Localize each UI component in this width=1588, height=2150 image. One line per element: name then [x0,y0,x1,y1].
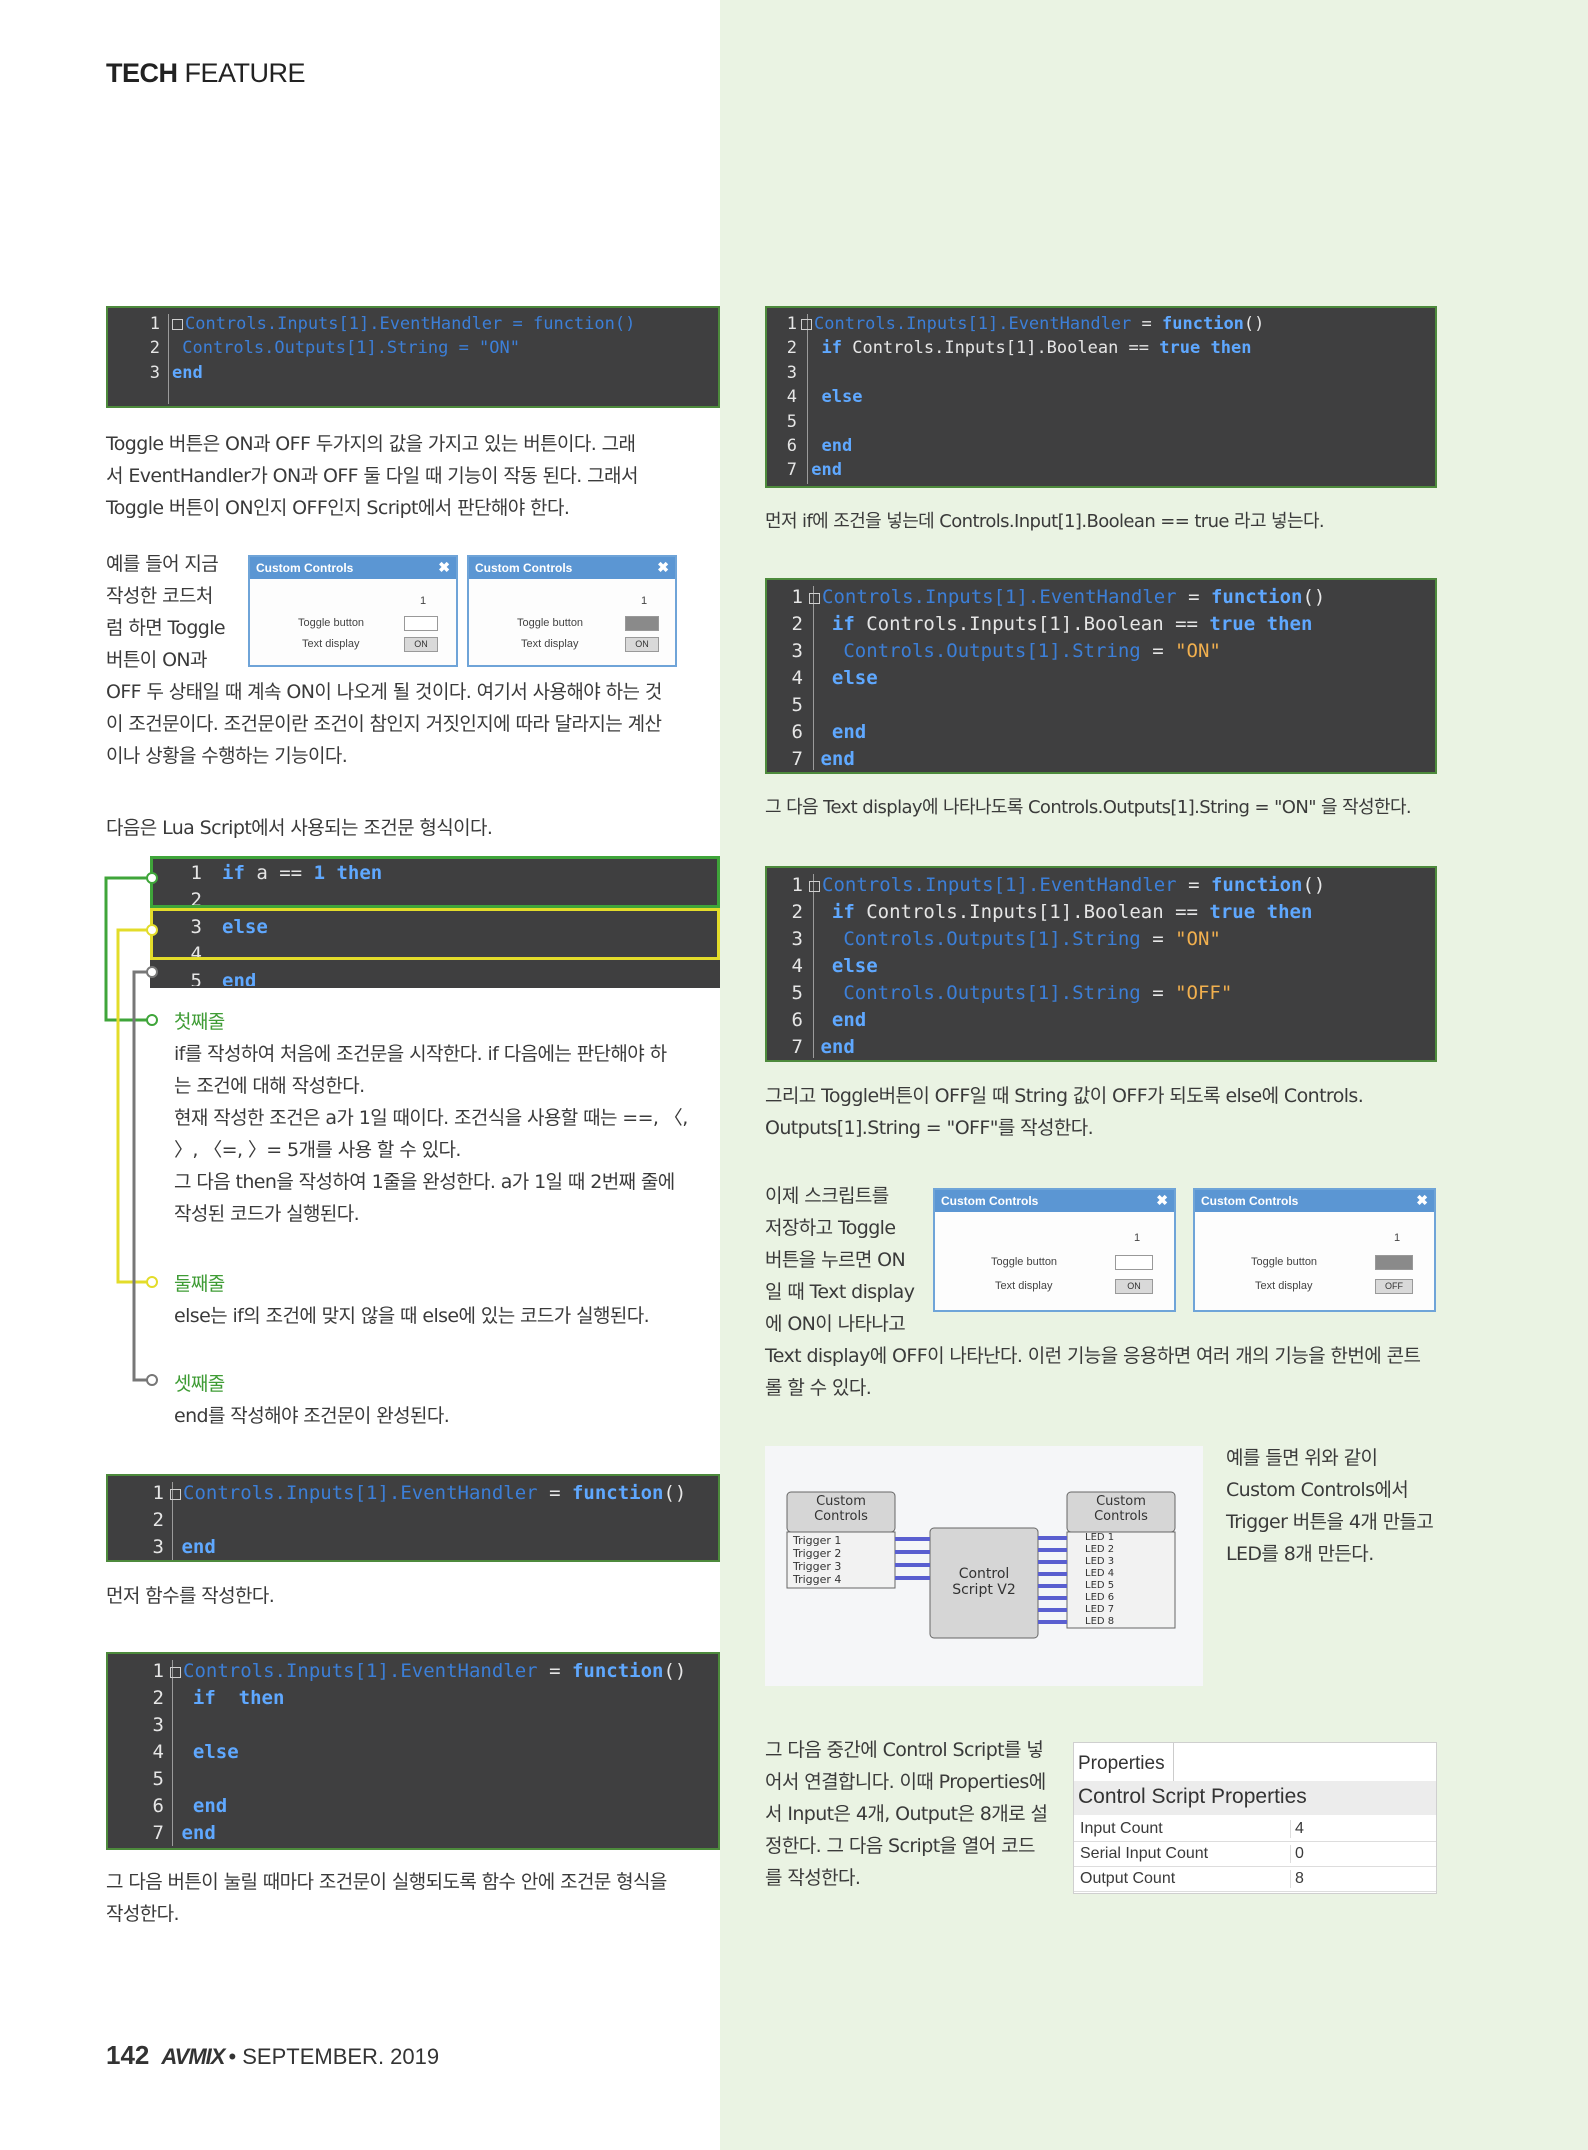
close-icon[interactable]: ✖ [657,559,669,576]
highlight-line2 [150,908,720,960]
toggle-button[interactable] [404,616,438,631]
custom-controls-window-d: Custom Controls ✖ 1 Toggle button Text di… [1193,1188,1436,1312]
properties-panel: Properties Control Script Properties Inp… [1073,1742,1437,1894]
caption-right-3: 그리고 Toggle버튼이 OFF일 때 String 값이 OFF가 되도록 … [765,1085,1364,1139]
control-script-diagram: Custom Controls Trigger 1 Trigger 2 Trigge… [765,1446,1203,1686]
right-node-title: Custom Controls [1094,1494,1148,1524]
paragraph-example: 예를 들어 지금 작성한 코드처 럼 하면 Toggle 버튼이 ON과 [106,553,226,671]
custom-controls-window-b: Custom Controls ✖ 1 Toggle button Text di… [467,555,677,667]
property-row[interactable]: Input Count 4 [1074,1817,1436,1842]
custom-controls-window-c: Custom Controls ✖ 1 Toggle button Text di… [933,1188,1176,1312]
close-icon[interactable]: ✖ [1416,1192,1428,1209]
code1-line1: Controls.Inputs[1].EventHandler = functi… [185,314,636,334]
section-title: 셋째줄 [174,1373,225,1395]
section-second-line: 둘째줄 else는 if의 조건에 맞지 않을 때 else에 있는 코드가 실… [174,1268,650,1332]
led-list: LED 1 LED 2 LED 3 LED 4 LED 5 LED 6 LED 7 LED … [1085,1532,1115,1627]
connector-lines [104,872,158,1386]
caption-right-1: 먼저 if에 조건을 넣는데 Controls.Input[1].Boolean… [765,511,1325,532]
code-block-right-3: 1234567 Controls.Inputs[1].EventHandler … [765,866,1437,1062]
custom-controls-window-a: Custom Controls ✖ 1 Toggle button Text di… [248,555,458,667]
code-block-right-1: 1234567 Controls.Inputs[1].EventHandler … [765,306,1437,488]
paragraph-lua-format: 다음은 Lua Script에서 사용되는 조건문 형식이다. [106,817,493,839]
issue-date: • SEPTEMBER. 2019 [228,2044,440,2069]
close-icon[interactable]: ✖ [438,559,450,576]
property-row[interactable]: Serial Input Count 0 [1074,1842,1436,1867]
paragraph-properties: 그 다음 중간에 Control Script를 넣 어서 연결합니다. 이때 P… [765,1739,1048,1889]
toggle-button[interactable] [1375,1255,1413,1270]
toggle-button[interactable] [1115,1255,1153,1270]
paragraph-save-script: 이제 스크립트를 저장하고 Toggle 버튼을 누르면 ON 일 때 Text di… [765,1185,915,1335]
caption-right-2: 그 다음 Text display에 나타나도록 Controls.Output… [765,797,1412,818]
trigger-list: Trigger 1 Trigger 2 Trigger 3 Trigger 4 [793,1534,842,1586]
magazine-logo: AVMIX [161,2044,225,2069]
page-footer: 142 AVMIX • SEPTEMBER. 2019 [106,2040,439,2071]
caption-function: 먼저 함수를 작성한다. [106,1585,275,1607]
page-number: 142 [106,2040,150,2070]
properties-tab[interactable]: Properties [1074,1743,1174,1781]
paragraph-conditional-intro: OFF 두 상태일 때 계속 ON이 나오게 될 것이다. 여기서 사용해야 하… [106,681,662,767]
section-title: 첫째줄 [174,1011,225,1033]
toggle-button[interactable] [625,616,659,631]
text-display: ON [404,637,438,652]
close-icon[interactable]: ✖ [1156,1192,1168,1209]
code1-line2: Controls.Outputs[1].String = "ON" [172,338,520,359]
text-display: ON [1115,1279,1153,1294]
highlight-line1 [150,856,720,908]
code-block-1: 123 Controls.Inputs[1].EventHandler = fu… [106,306,720,408]
section-first-line: 첫째줄 if를 작성하여 처음에 조건문을 시작한다. if 다음에는 판단해야… [174,1006,688,1230]
property-row[interactable]: Output Count 8 [1074,1867,1436,1892]
text-display: ON [625,637,659,652]
left-node-title: Custom Controls [814,1494,868,1524]
text-display: OFF [1375,1279,1413,1294]
code-block-function: 123 Controls.Inputs[1].EventHandler = fu… [106,1474,720,1562]
paragraph-toggle-intro: Toggle 버튼은 ON과 OFF 두가지의 값을 가지고 있는 버튼이다. … [106,433,638,519]
section-header: TECH FEATURE [106,58,306,88]
section-title: 둘째줄 [174,1273,225,1295]
center-node-title: Control Script V2 [952,1566,1016,1598]
code-block-if-then: 1234567 Controls.Inputs[1].EventHandler … [106,1652,720,1850]
paragraph-off-result: Text display에 OFF이 나타난다. 이런 기능을 응용하면 여러 … [765,1345,1421,1399]
caption-if-then: 그 다음 버튼이 눌릴 때마다 조건문이 실행되도록 함수 안에 조건문 형식을… [106,1871,667,1925]
properties-title: Control Script Properties [1074,1781,1436,1815]
code-block-right-2: 1234567 Controls.Inputs[1].EventHandler … [765,578,1437,774]
code1-line3: end [172,362,203,383]
section-third-line: 셋째줄 end를 작성해야 조건문이 완성된다. [174,1368,450,1432]
paragraph-triggers: 예를 들면 위와 같이 Custom Controls에서 Trigger 버튼을 … [1226,1447,1434,1565]
